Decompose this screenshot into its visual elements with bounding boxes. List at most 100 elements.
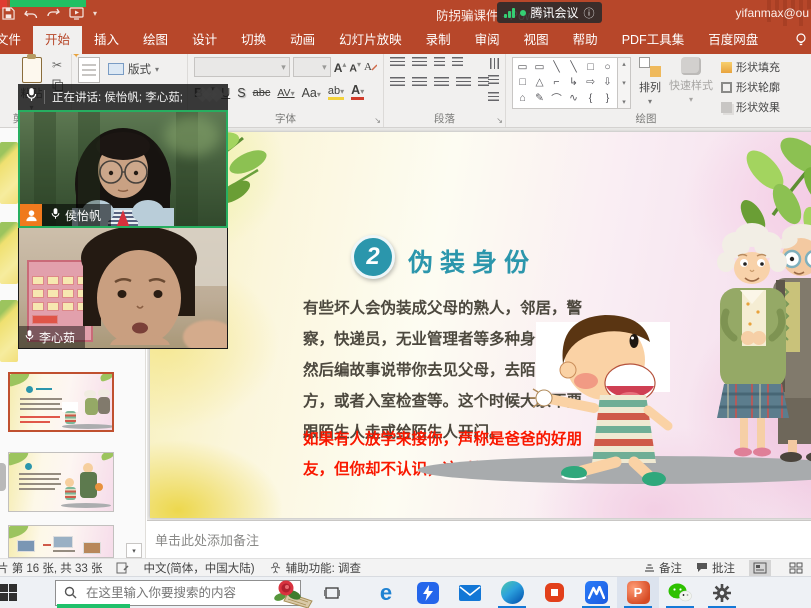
undo-icon[interactable] <box>24 8 38 20</box>
shapes-scroll-down-icon[interactable]: ▾ <box>622 79 626 87</box>
shape-fill-button[interactable]: 形状填充 <box>721 59 780 75</box>
thumbnail-slide-16-selected[interactable] <box>8 372 114 432</box>
thumbnail-scroll-down-button[interactable]: ▾ <box>126 543 142 558</box>
shapes-gallery-scrollbar[interactable]: ▴ ▾ ▾ <box>618 57 631 109</box>
align-right-icon[interactable] <box>434 77 449 88</box>
tab-view[interactable]: 视图 <box>512 26 561 54</box>
normal-view-button[interactable] <box>749 560 771 576</box>
shape-left-brace[interactable]: { <box>589 92 593 104</box>
tab-pdf-tools[interactable]: PDF工具集 <box>610 26 697 54</box>
tab-insert[interactable]: 插入 <box>82 26 131 54</box>
slide-sorter-view-button[interactable] <box>785 560 807 576</box>
quick-styles-button[interactable]: 快速样式 ▾ <box>669 57 713 113</box>
video-participant-2[interactable]: 李心茹 <box>18 228 228 349</box>
shape-rectangle[interactable]: □ <box>587 61 593 73</box>
shape-elbow[interactable]: ⌐ <box>553 76 559 88</box>
tab-slideshow[interactable]: 幻灯片放映 <box>327 26 414 54</box>
tab-baidu-netdisk[interactable]: 百度网盘 <box>696 26 770 54</box>
convert-smartart-icon[interactable] <box>488 92 499 103</box>
text-shadow-button[interactable]: S <box>237 86 245 100</box>
justify-icon[interactable] <box>456 77 471 88</box>
highlight-color-button[interactable]: ab▾ <box>328 86 344 100</box>
shape-right-arrow[interactable]: ⇨ <box>586 76 595 88</box>
numbering-icon[interactable] <box>412 57 427 68</box>
taskbar-wechat[interactable] <box>659 577 701 608</box>
save-icon[interactable] <box>2 7 15 20</box>
shapes-scroll-up-icon[interactable]: ▴ <box>622 60 626 68</box>
notes-pane[interactable]: 单击此处添加备注 <box>147 520 811 558</box>
taskbar-lightning-app[interactable] <box>407 577 449 608</box>
character-spacing-button[interactable]: AV▾ <box>277 87 294 99</box>
clear-formatting-button[interactable]: A <box>364 60 377 75</box>
notes-display-icon[interactable] <box>116 562 129 574</box>
shrink-font-button[interactable]: A▾ <box>349 60 361 75</box>
align-left-icon[interactable] <box>390 77 405 88</box>
shapes-more-icon[interactable]: ▾ <box>622 98 626 106</box>
bullets-icon[interactable] <box>390 57 405 68</box>
tab-record[interactable]: 录制 <box>414 26 463 54</box>
shape-textbox[interactable]: ▭ <box>518 61 528 73</box>
taskbar-settings[interactable] <box>701 577 743 608</box>
text-direction-icon[interactable] <box>488 58 499 69</box>
thumbnail-partial-15[interactable] <box>0 300 18 362</box>
start-from-beginning-icon[interactable] <box>69 7 84 20</box>
comments-toggle-button[interactable]: 批注 <box>696 560 735 576</box>
align-text-icon[interactable] <box>488 75 499 86</box>
taskbar-edge[interactable] <box>491 577 533 608</box>
shape-oval[interactable]: ○ <box>604 61 610 73</box>
slide-number-badge[interactable]: 2 <box>351 235 395 279</box>
taskbar-internet-explorer[interactable]: e <box>365 577 407 608</box>
tab-transitions[interactable]: 切换 <box>229 26 278 54</box>
thumbnail-slide-17[interactable] <box>8 452 114 512</box>
tab-animations[interactable]: 动画 <box>278 26 327 54</box>
shape-elbow-arrow[interactable]: ↳ <box>569 76 578 88</box>
arrange-button[interactable]: 排列 ▾ <box>639 57 661 113</box>
font-name-combo[interactable]: ▾ <box>194 57 290 77</box>
redo-icon[interactable] <box>47 8 60 20</box>
decrease-indent-icon[interactable] <box>434 57 445 68</box>
tellme-search[interactable]: 操作说明搜索 <box>796 26 811 54</box>
strikethrough-button[interactable]: abc <box>253 87 271 99</box>
tab-draw[interactable]: 绘图 <box>131 26 180 54</box>
taskbar-powerpoint-active[interactable]: P <box>617 577 659 608</box>
rose-search-highlight[interactable] <box>272 579 316 608</box>
paragraph-dialog-launcher[interactable]: ↘ <box>496 116 503 125</box>
video-participant-1[interactable]: 侯怡帆 <box>18 110 228 228</box>
font-dialog-launcher[interactable]: ↘ <box>374 116 381 125</box>
tab-help[interactable]: 帮助 <box>561 26 610 54</box>
cartoon-characters[interactable] <box>530 212 811 492</box>
speaking-indicator-bar[interactable]: 正在讲话: 侯怡帆; 李心茹; <box>18 84 228 110</box>
account-email[interactable]: yifanmax@ou <box>735 6 809 20</box>
shape-scribble[interactable]: ✎ <box>535 92 544 104</box>
grow-font-button[interactable]: A▴ <box>334 60 347 75</box>
task-view-button[interactable] <box>317 577 347 608</box>
cut-icon[interactable]: ✂ <box>52 58 63 72</box>
shape-effects-button[interactable]: 形状效果 <box>721 99 780 115</box>
shape-outline-button[interactable]: 形状轮廓 <box>721 79 780 95</box>
shape-vertical-textbox[interactable]: ▭ <box>535 61 545 73</box>
customize-qat-icon[interactable]: ▾ <box>93 9 97 18</box>
thumbnail-partial-14[interactable] <box>0 222 18 284</box>
font-size-combo[interactable]: ▾ <box>293 57 331 77</box>
shape-triangle[interactable]: △ <box>535 76 543 88</box>
tab-review[interactable]: 审阅 <box>463 26 512 54</box>
thumbnail-partial-13[interactable] <box>0 142 18 204</box>
search-input[interactable] <box>84 585 292 601</box>
taskbar-tencent-meeting[interactable] <box>575 577 617 608</box>
meeting-badge[interactable]: 腾讯会议 ⓘ <box>497 2 602 23</box>
shape-curve[interactable]: ∿ <box>569 92 578 104</box>
layout-button[interactable]: 版式 ▾ <box>108 61 159 77</box>
start-button[interactable] <box>0 577 21 608</box>
shape-arrow-line[interactable]: ╲ <box>570 61 576 73</box>
taskbar-search[interactable] <box>55 580 301 606</box>
notes-toggle-button[interactable]: 备注 <box>644 560 682 576</box>
thumbnail-slide-18[interactable] <box>8 525 114 558</box>
accessibility-status[interactable]: 辅助功能: 调查 <box>269 560 361 576</box>
language-status[interactable]: 中文(简体，中国大陆) <box>143 560 254 576</box>
taskbar-mail[interactable] <box>449 577 491 608</box>
shape-rounded-rectangle[interactable]: □ <box>519 76 525 88</box>
shape-right-brace[interactable]: } <box>606 92 610 104</box>
font-color-button[interactable]: A▾ <box>351 85 364 100</box>
shapes-gallery[interactable]: ▭ ▭ ╲ ╲ □ ○ □ △ ⌐ ↳ ⇨ ⇩ ⌂ ✎ ⌒ ∿ { <box>512 57 618 109</box>
tab-file[interactable]: 文件 <box>0 26 33 54</box>
